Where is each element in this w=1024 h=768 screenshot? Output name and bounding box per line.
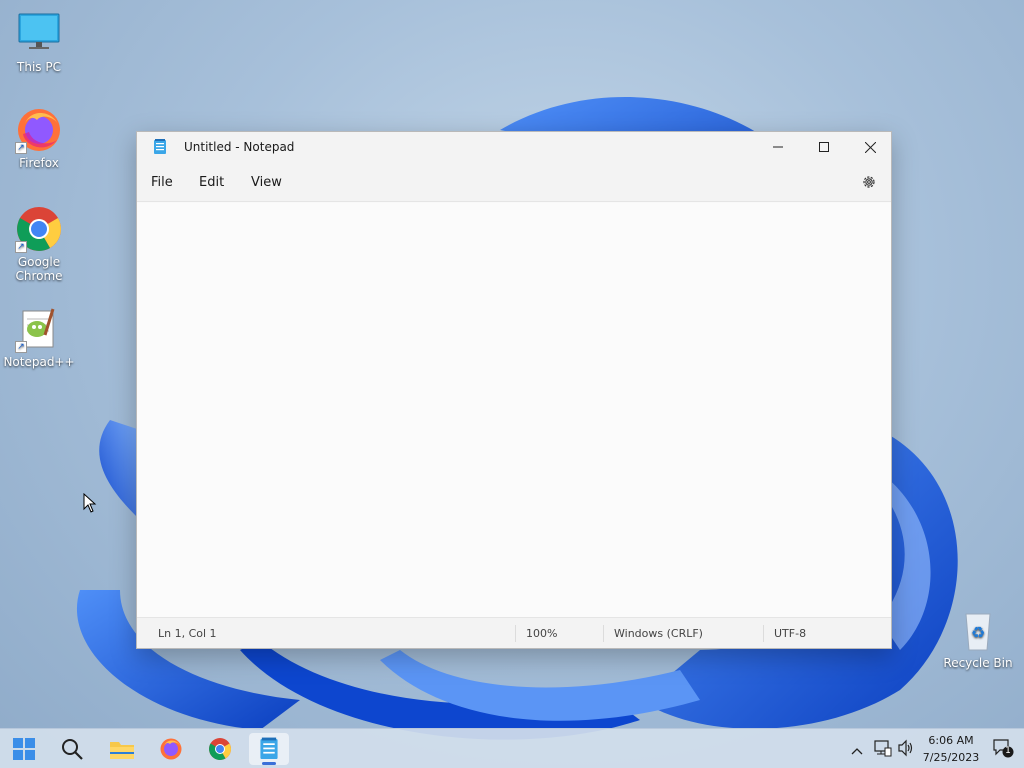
desktop-icon-label: This PC — [17, 60, 61, 74]
menu-file[interactable]: File — [151, 175, 173, 190]
taskbar-firefox-button[interactable] — [151, 733, 191, 765]
taskbar-notepad-button[interactable] — [249, 733, 289, 765]
status-divider — [603, 625, 604, 642]
notepad-icon — [260, 737, 278, 759]
search-button[interactable] — [52, 733, 92, 765]
taskbar: 6:06 AM 7/25/2023 1 — [0, 728, 1024, 768]
notification-count-badge: 1 — [1005, 746, 1011, 756]
shortcut-arrow-icon: ↗ — [15, 341, 27, 353]
maximize-icon — [819, 142, 829, 152]
title-bar[interactable]: Untitled - Notepad — [137, 132, 891, 162]
maximize-button[interactable] — [801, 132, 847, 162]
minimize-button[interactable] — [755, 132, 801, 162]
desktop-icon-recycle-bin[interactable]: ♻ Recycle Bin — [940, 606, 1016, 670]
notepad-window[interactable]: Untitled - Notepad File Edit View Ln 1, … — [136, 131, 892, 649]
network-icon[interactable] — [874, 739, 892, 761]
firefox-icon — [160, 738, 182, 760]
zoom-level: 100% — [526, 627, 558, 640]
start-icon — [13, 738, 35, 760]
search-icon — [62, 739, 83, 760]
close-button[interactable] — [847, 132, 893, 162]
desktop-icon-label: Notepad++ — [3, 355, 75, 369]
chrome-icon — [209, 738, 231, 760]
recycle-bin-icon: ♻ — [954, 606, 1002, 654]
shortcut-arrow-icon: ↗ — [15, 142, 27, 154]
desktop-icon-this-pc[interactable]: This PC — [1, 10, 77, 74]
notepad-icon — [153, 139, 167, 159]
menu-view[interactable]: View — [251, 175, 282, 190]
desktop-icon-label: Firefox — [19, 156, 59, 170]
cursor-position: Ln 1, Col 1 — [158, 627, 217, 640]
status-divider — [763, 625, 764, 642]
desktop-icon-label: Recycle Bin — [943, 656, 1013, 670]
menu-edit[interactable]: Edit — [199, 175, 224, 190]
close-icon — [864, 141, 876, 153]
mouse-cursor-icon — [83, 493, 97, 513]
file-explorer-icon — [110, 742, 134, 759]
line-ending: Windows (CRLF) — [614, 627, 703, 640]
firefox-icon: ↗ — [15, 106, 63, 154]
desktop-icon-label: Google Chrome — [15, 255, 63, 283]
minimize-icon — [773, 146, 783, 148]
notepadpp-icon: ↗ — [15, 305, 63, 353]
file-explorer-button[interactable] — [102, 733, 142, 765]
start-button[interactable] — [4, 733, 44, 765]
desktop-icon-chrome[interactable]: ↗ Google Chrome — [1, 205, 77, 283]
notification-center-icon[interactable]: 1 — [992, 738, 1014, 762]
taskbar-chrome-button[interactable] — [200, 733, 240, 765]
text-editor[interactable] — [137, 203, 891, 617]
system-clock[interactable]: 6:06 AM 7/25/2023 — [916, 732, 986, 766]
svg-text:♻: ♻ — [971, 623, 985, 642]
chevron-up-icon[interactable] — [851, 741, 863, 760]
status-bar: Ln 1, Col 1 100% Windows (CRLF) UTF-8 — [137, 617, 891, 648]
clock-date: 7/25/2023 — [922, 751, 980, 764]
encoding: UTF-8 — [774, 627, 807, 640]
clock-time: 6:06 AM — [928, 734, 974, 747]
window-title: Untitled - Notepad — [184, 140, 295, 154]
desktop-icon-notepadpp[interactable]: ↗ Notepad++ — [1, 305, 77, 369]
settings-gear-icon[interactable] — [861, 174, 877, 194]
chrome-icon: ↗ — [15, 205, 63, 253]
monitor-icon — [15, 10, 63, 58]
menu-bar: File Edit View — [137, 162, 891, 202]
volume-icon[interactable] — [898, 739, 914, 761]
desktop-icon-firefox[interactable]: ↗ Firefox — [1, 106, 77, 170]
status-divider — [515, 625, 516, 642]
shortcut-arrow-icon: ↗ — [15, 241, 27, 253]
